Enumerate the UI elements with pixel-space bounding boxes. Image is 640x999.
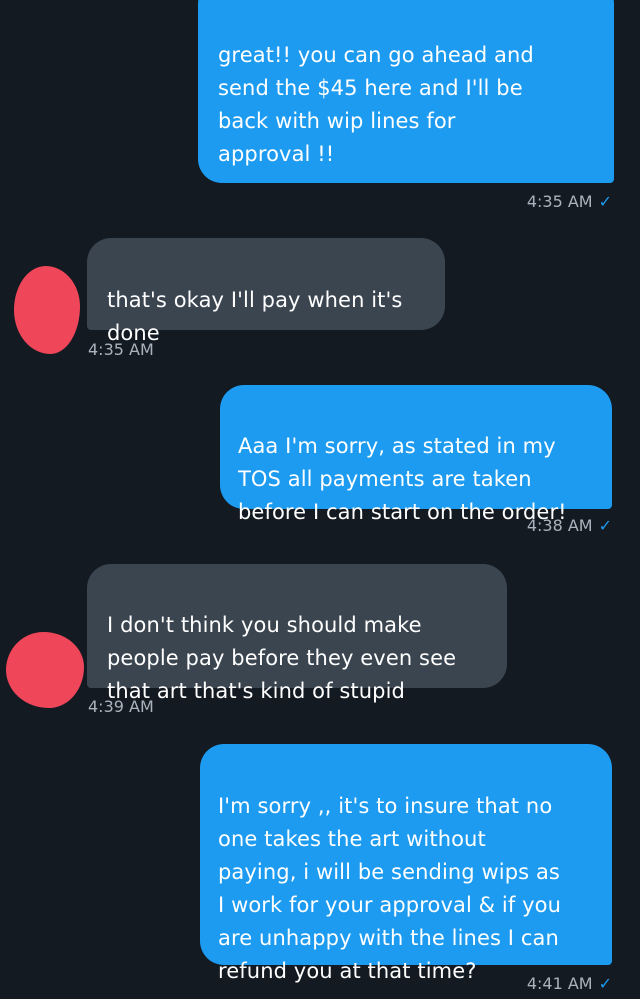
timestamp-text: 4:35 AM	[526, 192, 593, 211]
message-text: I'm sorry ,, it's to insure that no one …	[218, 794, 562, 983]
message-text: I don't think you should make people pay…	[107, 613, 457, 703]
timestamp-text: 4:38 AM	[526, 516, 593, 535]
message-timestamp: 4:39 AM	[88, 697, 154, 716]
message-text: that's okay I'll pay when it's done	[107, 288, 403, 345]
message-bubble-incoming[interactable]: I don't think you should make people pay…	[87, 564, 507, 703]
message-text: great!! you can go ahead and send the $4…	[218, 43, 534, 166]
timestamp-text: 4:39 AM	[88, 697, 154, 716]
message-text: Aaa I'm sorry, as stated in my TOS all p…	[238, 434, 567, 524]
message-bubble-incoming[interactable]: that's okay I'll pay when it's done	[87, 238, 445, 345]
read-check-icon: ✓	[598, 974, 612, 993]
timestamp-text: 4:41 AM	[526, 974, 593, 993]
message-bubble-outgoing[interactable]: I'm sorry ,, it's to insure that no one …	[200, 744, 612, 983]
read-check-icon: ✓	[598, 516, 612, 535]
conversation-view: great!! you can go ahead and send the $4…	[0, 0, 640, 999]
message-timestamp: 4:35 AM ✓	[527, 192, 612, 211]
message-bubble-outgoing[interactable]: great!! you can go ahead and send the $4…	[198, 0, 614, 183]
message-timestamp: 4:38 AM ✓	[527, 516, 612, 535]
read-check-icon: ✓	[598, 192, 612, 211]
message-timestamp: 4:35 AM	[88, 340, 154, 359]
avatar-redacted-scribble[interactable]	[6, 632, 84, 708]
avatar-redacted-scribble[interactable]	[14, 266, 80, 354]
timestamp-text: 4:35 AM	[88, 340, 154, 359]
message-bubble-outgoing[interactable]: Aaa I'm sorry, as stated in my TOS all p…	[220, 385, 612, 524]
message-timestamp: 4:41 AM ✓	[527, 974, 612, 993]
